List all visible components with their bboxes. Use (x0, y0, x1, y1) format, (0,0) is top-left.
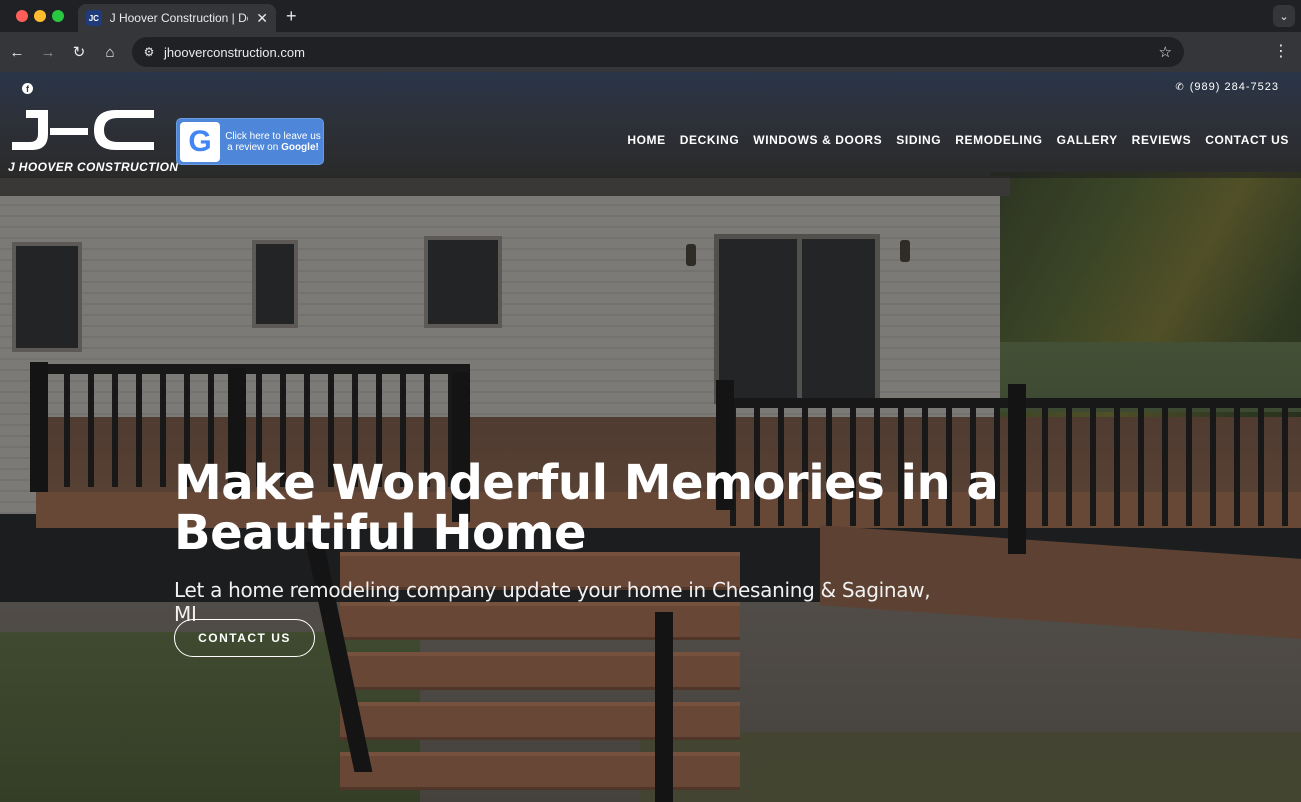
google-review-line2-bold: Google! (281, 141, 319, 153)
nav-contact-us[interactable]: CONTACT US (1205, 133, 1289, 147)
new-tab-button[interactable]: + (286, 6, 297, 27)
site-header: f ✆ (989) 284-7523 J HOOVER CONSTRUCTION… (0, 72, 1301, 178)
google-g-icon: G (180, 121, 220, 162)
phone-number: (989) 284-7523 (1189, 81, 1279, 93)
window-maximize-button[interactable] (52, 10, 64, 22)
window-minimize-button[interactable] (34, 10, 46, 22)
tab-title: J Hoover Construction | Deck (109, 11, 249, 25)
address-bar[interactable]: ⚙ jhooverconstruction.com ☆ (132, 37, 1184, 67)
browser-toolbar: ← → ↻ ⌂ ⚙ jhooverconstruction.com ☆ ⋮ (0, 32, 1301, 72)
hero-section: f ✆ (989) 284-7523 J HOOVER CONSTRUCTION… (0, 72, 1301, 802)
nav-decking[interactable]: DECKING (680, 133, 740, 147)
forward-button[interactable]: → (38, 42, 58, 62)
nav-windows-doors[interactable]: WINDOWS & DOORS (753, 133, 882, 147)
nav-siding[interactable]: SIDING (896, 133, 941, 147)
nav-reviews[interactable]: REVIEWS (1132, 133, 1192, 147)
home-button[interactable]: ⌂ (100, 42, 120, 62)
browser-menu-icon[interactable]: ⋮ (1273, 42, 1289, 62)
site-favicon-icon: JC (86, 10, 102, 26)
site-logo[interactable]: J HOOVER CONSTRUCTION (8, 106, 179, 176)
bookmark-star-icon[interactable]: ☆ (1159, 43, 1172, 61)
google-review-line2-prefix: a review on (227, 141, 282, 153)
nav-remodeling[interactable]: REMODELING (955, 133, 1042, 147)
browser-tab-bar: JC J Hoover Construction | Deck ✕ + ⌄ (0, 0, 1301, 32)
nav-home[interactable]: HOME (627, 133, 665, 147)
hero-title: Make Wonderful Memories in a Beautiful H… (174, 455, 999, 561)
facebook-icon[interactable]: f (22, 83, 33, 94)
phone-icon: ✆ (1175, 81, 1185, 93)
jhc-logo-mark (12, 110, 154, 150)
site-info-icon[interactable]: ⚙ (140, 43, 158, 61)
main-navigation: HOME DECKING WINDOWS & DOORS SIDING REMO… (627, 133, 1289, 147)
google-review-line1: Click here to leave us (225, 130, 321, 142)
reload-button[interactable]: ↻ (69, 42, 89, 62)
nav-gallery[interactable]: GALLERY (1057, 133, 1118, 147)
phone-link[interactable]: ✆ (989) 284-7523 (1175, 81, 1279, 93)
google-review-text: Click here to leave us a review on Googl… (223, 131, 323, 153)
hero-contact-button[interactable]: CONTACT US (174, 619, 315, 657)
tab-search-button[interactable]: ⌄ (1273, 5, 1295, 27)
back-button[interactable]: ← (7, 42, 27, 62)
tab-close-icon[interactable]: ✕ (256, 10, 268, 27)
logo-text: J HOOVER CONSTRUCTION (8, 160, 179, 174)
url-text[interactable]: jhooverconstruction.com (164, 45, 305, 60)
google-review-badge[interactable]: G Click here to leave us a review on Goo… (176, 118, 324, 165)
window-close-button[interactable] (16, 10, 28, 22)
browser-tab[interactable]: JC J Hoover Construction | Deck ✕ (78, 4, 276, 32)
